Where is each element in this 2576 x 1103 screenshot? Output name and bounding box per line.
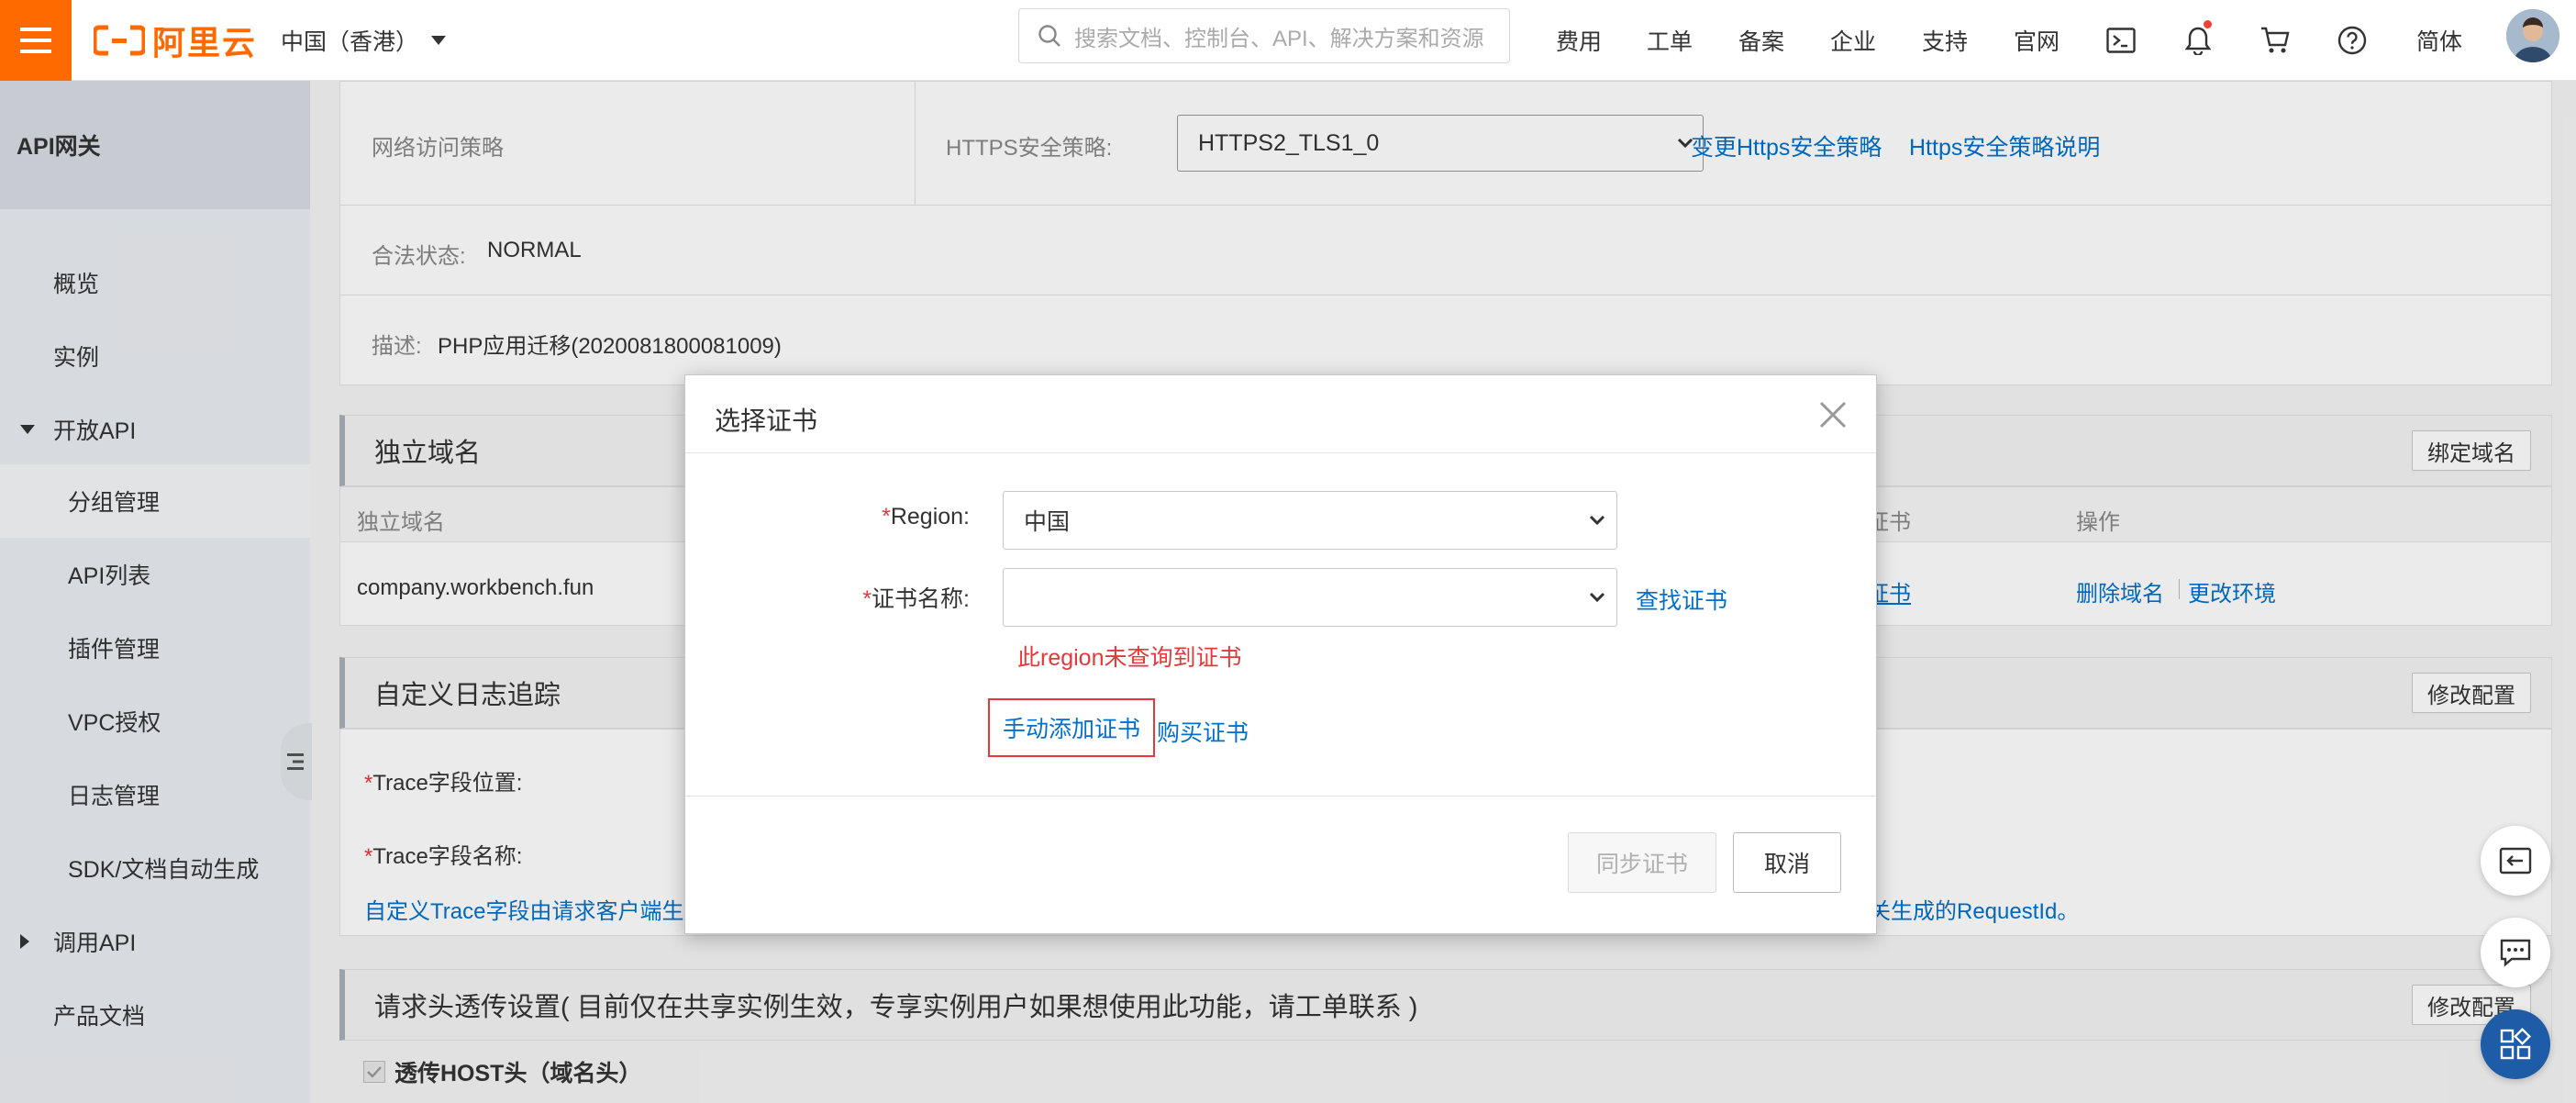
notification-dot [2204,20,2212,28]
nav-tickets[interactable]: 工单 [1647,18,1693,62]
search-input[interactable]: 搜索文档、控制台、API、解决方案和资源 [1018,8,1510,63]
region-field-label-text: Region: [890,504,970,529]
chevron-down-icon [1589,515,1605,526]
terminal-icon [2106,28,2136,53]
search-icon [1038,25,1060,47]
help-button[interactable] [2328,17,2376,64]
cancel-button[interactable]: 取消 [1733,832,1841,893]
manual-add-cert-button[interactable]: 手动添加证书 [988,698,1155,757]
chat-icon [2500,939,2531,967]
bell-icon [2185,27,2211,55]
buy-cert-link[interactable]: 购买证书 [1157,715,1249,748]
chevron-down-icon [1589,592,1605,603]
user-avatar[interactable] [2506,9,2559,62]
close-icon [1819,401,1847,429]
apps-float-button[interactable] [2481,1009,2550,1079]
required-star: * [862,586,872,612]
hamburger-icon [20,28,51,53]
menu-button[interactable] [0,0,72,81]
region-selector[interactable]: 中国（香港） [281,18,447,62]
dialog-close-button[interactable] [1817,399,1849,430]
cert-name-field-label-text: 证书名称: [872,586,970,612]
region-select-value: 中国 [1024,509,1071,535]
export-icon [2499,847,2532,875]
nav-fees[interactable]: 费用 [1556,18,1602,62]
avatar-icon [2506,9,2559,62]
cert-name-field-label: *证书名称: [768,581,970,614]
nav-icp[interactable]: 备案 [1738,18,1784,62]
cert-name-select[interactable] [1003,568,1617,627]
help-icon [2337,26,2367,55]
dialog-title: 选择证书 [715,407,818,435]
region-label: 中国（香港） [281,29,419,55]
divider [685,452,1876,453]
feedback-float-button[interactable] [2481,826,2550,896]
search-placeholder: 搜索文档、控制台、API、解决方案和资源 [1074,26,1484,51]
region-select[interactable]: 中国 [1003,491,1617,550]
aliyun-logo[interactable]: 阿里云 [94,17,257,64]
cart-button[interactable] [2251,17,2299,64]
divider [685,796,1876,797]
terminal-button[interactable] [2097,17,2145,64]
find-cert-link[interactable]: 查找证书 [1636,583,1727,616]
notification-button[interactable] [2174,17,2222,64]
aliyun-logo-icon [94,25,145,56]
apps-grid-icon [2500,1028,2531,1060]
select-certificate-dialog: 选择证书 *Region: 中国 *证书名称: 查找证书 此region未查询到… [684,374,1877,934]
nav-official-site[interactable]: 官网 [2014,18,2060,62]
chat-float-button[interactable] [2481,918,2550,987]
nav-enterprise[interactable]: 企业 [1830,18,1876,62]
region-field-label: *Region: [768,504,970,530]
top-bar: 阿里云 中国（香港） 搜索文档、控制台、API、解决方案和资源 费用 工单 备案… [0,0,2576,81]
cart-icon [2261,27,2290,53]
sync-cert-button[interactable]: 同步证书 [1568,832,1716,893]
language-switch[interactable]: 简体 [2416,18,2462,62]
caret-down-icon [431,36,447,45]
nav-support[interactable]: 支持 [1922,18,1968,62]
required-star: * [882,504,891,529]
logo-text: 阿里云 [152,24,258,61]
cert-error-message: 此region未查询到证书 [1017,645,1242,671]
